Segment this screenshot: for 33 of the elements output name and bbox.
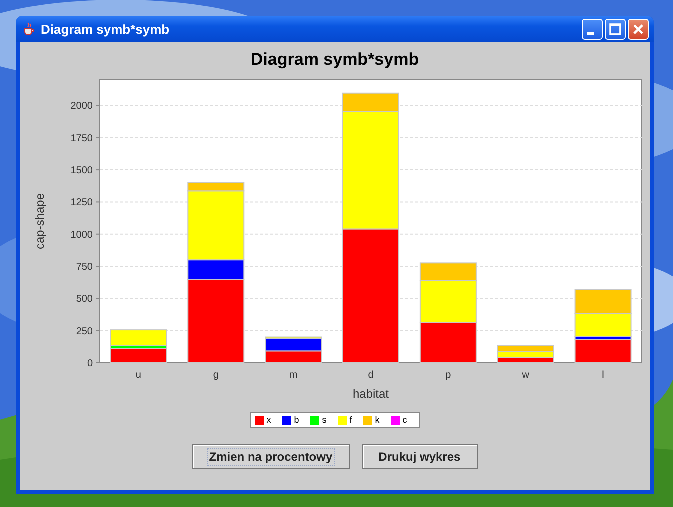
axis-tick-label: 1750 <box>70 133 93 144</box>
legend-label: b <box>294 415 300 425</box>
chart-title: Diagram symb*symb <box>250 50 420 71</box>
legend-label: c <box>402 415 408 425</box>
axis-tick-label: 500 <box>76 294 93 306</box>
axis-tick-label: w <box>522 370 530 381</box>
maximize-button[interactable] <box>605 18 626 40</box>
action-button[interactable]: Zmien na procentowy <box>192 444 350 469</box>
axis-tick-label: p <box>446 370 452 381</box>
axis-tick-label: 1500 <box>70 166 93 177</box>
axis-tick-label: u <box>136 370 142 381</box>
legend-label: x <box>266 415 272 425</box>
legend-label: f <box>350 415 352 425</box>
action-button[interactable]: Drukuj wykres <box>362 444 478 469</box>
axis-tick-label: 750 <box>76 262 93 274</box>
axis-title: cap-shape <box>33 193 47 250</box>
legend-label: k <box>375 415 380 425</box>
legend-label: s <box>322 415 327 425</box>
axis-tick-label: 250 <box>76 326 93 338</box>
close-button[interactable] <box>628 18 649 40</box>
axis-tick-label: d <box>368 370 374 381</box>
minimize-button[interactable] <box>582 18 603 40</box>
axis-tick-label: m <box>289 370 298 381</box>
axis-tick-label: 1000 <box>70 230 93 241</box>
cup-icon <box>22 22 36 36</box>
window-title: Diagram symb*symb <box>41 22 171 36</box>
axis-tick-label: 0 <box>87 358 93 370</box>
axis-tick-label: l <box>602 370 604 381</box>
minimize-icon <box>586 32 594 34</box>
axis-tick-label: 2000 <box>70 101 93 112</box>
axis-tick-label: 1250 <box>70 198 93 209</box>
axis-title: habitat <box>352 387 390 401</box>
axis-tick-label: g <box>213 370 219 381</box>
